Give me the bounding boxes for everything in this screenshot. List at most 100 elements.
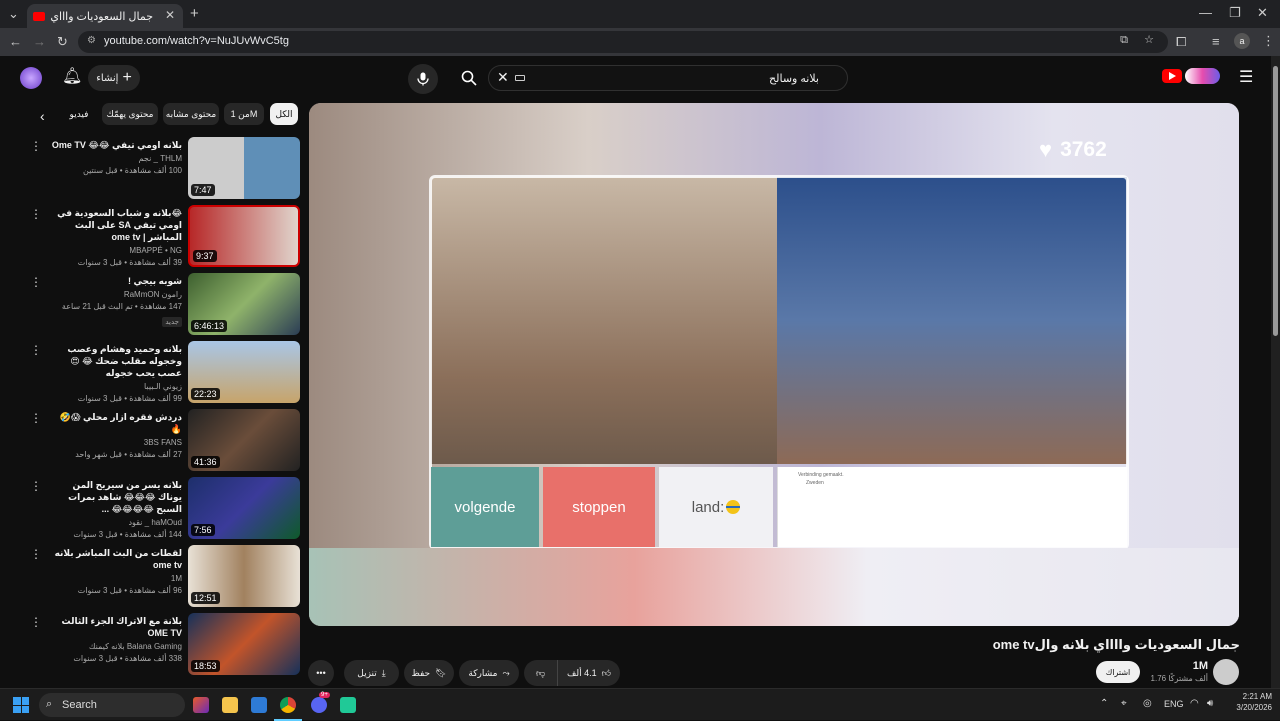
dislike-button[interactable]: 👎︎	[524, 660, 558, 686]
download-button[interactable]: ⤓ تنزيل	[344, 660, 399, 686]
chrome-taskbar-icon[interactable]	[280, 697, 296, 713]
youtube-logo-icon[interactable]	[1162, 69, 1182, 83]
chip-for-you[interactable]: محتوى يهمّك	[102, 103, 158, 125]
video-thumbnail[interactable]: 7:47	[188, 137, 300, 199]
video-title[interactable]: بلانه يسر من سيريح المن يوناك 😂😂😂 شاهد ب…	[50, 479, 182, 515]
search-button[interactable]	[450, 65, 488, 91]
tray-overflow-icon[interactable]: ⌃	[1100, 698, 1108, 709]
widgets-icon[interactable]	[193, 697, 209, 713]
extensions-icon[interactable]: ⧠	[1176, 34, 1186, 50]
channel-name-main[interactable]: 1M	[1150, 660, 1208, 672]
new-tab-icon[interactable]: +	[190, 5, 199, 22]
maximize-icon[interactable]: ❐	[1229, 5, 1241, 21]
channel-avatar[interactable]	[1213, 659, 1239, 685]
install-app-icon[interactable]: ⧉	[1120, 34, 1128, 47]
location-icon[interactable]: ⌖	[1121, 698, 1127, 709]
file-explorer-icon[interactable]	[222, 697, 238, 713]
tab-list-icon[interactable]: ⌄	[8, 6, 19, 22]
address-bar[interactable]: ⚙ youtube.com/watch?v=NuJUvWvC5tg ⧉ ☆	[78, 31, 1168, 53]
notifications-bell-icon[interactable]: 🔔︎	[62, 66, 82, 86]
list-item[interactable]: 6:46:13 شوبه بيجي ! رامون RaMmON 147 مشاهد…	[30, 273, 300, 337]
browser-tab[interactable]: جمال السعوديات واااي بلانه و ✕	[27, 4, 183, 28]
channel-name[interactable]: 3BS FANS	[50, 438, 182, 447]
microsoft-store-icon[interactable]	[251, 697, 267, 713]
more-actions-icon[interactable]: ⋮	[30, 547, 42, 561]
guide-menu-icon[interactable]: ☰	[1239, 67, 1253, 87]
channel-name[interactable]: Balana Gaming بلانه كيمنك	[50, 642, 182, 651]
save-button[interactable]: 🔖︎ حفظ	[404, 660, 454, 686]
video-title[interactable]: بلانه وحميد وهشام وعصب وخجوله مقلب ضحك 😂…	[50, 343, 182, 379]
channel-name[interactable]: haMOud _ نقود	[50, 518, 182, 527]
video-title[interactable]: بلانة مع الاتراك الجزء الثالث OME TV	[50, 615, 182, 639]
premium-doodle-icon[interactable]	[1185, 68, 1220, 84]
video-thumbnail[interactable]: 22:23	[188, 341, 300, 403]
language-indicator[interactable]: ENG	[1164, 699, 1184, 709]
more-actions-icon[interactable]: ⋮	[30, 343, 42, 357]
more-actions-icon[interactable]: ⋮	[30, 139, 42, 153]
keyboard-icon[interactable]	[515, 75, 525, 81]
like-button[interactable]: 👍︎ 4.1 ألف	[558, 660, 620, 686]
scrollbar-thumb[interactable]	[1273, 66, 1278, 336]
chip-videos[interactable]: فيديو	[60, 103, 98, 125]
video-thumbnail[interactable]: 9:37	[188, 205, 300, 267]
clear-search-icon[interactable]: ✕	[497, 69, 509, 86]
more-actions-icon[interactable]: ⋮	[30, 207, 42, 221]
chips-prev-icon[interactable]: ‹	[40, 108, 45, 124]
channel-name[interactable]: رامون RaMmON	[50, 290, 182, 299]
network-icon[interactable]: ◎	[1143, 698, 1152, 709]
app-icon[interactable]	[340, 697, 356, 713]
bookmark-star-icon[interactable]: ☆	[1144, 33, 1154, 46]
wifi-icon[interactable]: ◠	[1190, 698, 1199, 709]
video-thumbnail[interactable]: 6:46:13	[188, 273, 300, 335]
taskbar-clock[interactable]: 2:21 AM 3/20/2026	[1226, 692, 1272, 712]
list-item[interactable]: 12:51 لقطات من البث المباشر بلانه ome tv…	[30, 545, 300, 609]
video-title[interactable]: لقطات من البث المباشر بلانه ome tv	[50, 547, 182, 571]
list-item[interactable]: 7:56 بلانه يسر من سيريح المن يوناك 😂😂😂 ش…	[30, 477, 300, 541]
chip-all[interactable]: الكل	[270, 103, 298, 125]
site-info-icon[interactable]: ⚙	[87, 35, 96, 46]
channel-name[interactable]: 1M	[50, 574, 182, 583]
subscribe-button[interactable]: اشتراك	[1096, 661, 1140, 683]
windows-start-icon[interactable]	[13, 697, 29, 713]
taskbar-search[interactable]: ⌕ Search	[39, 693, 185, 717]
page-scrollbar[interactable]	[1271, 56, 1280, 688]
channel-name[interactable]: THLM _ نجم	[50, 154, 182, 163]
more-actions-icon[interactable]: ⋮	[30, 479, 42, 493]
list-item[interactable]: 41:36 دردش فقره ازار محلي 😱🤣🔥 3BS FANS 27 …	[30, 409, 300, 473]
volume-icon[interactable]: 🔊︎	[1207, 698, 1213, 709]
voice-search-button[interactable]	[408, 64, 438, 94]
minimize-icon[interactable]: —	[1199, 5, 1212, 20]
forward-icon[interactable]: →	[33, 34, 46, 49]
share-button[interactable]: ⤳ مشاركة	[459, 660, 519, 686]
chip-from-channel[interactable]: من 1M	[224, 103, 264, 125]
video-thumbnail[interactable]: 41:36	[188, 409, 300, 471]
video-title[interactable]: دردش فقره ازار محلي 😱🤣🔥	[50, 411, 182, 435]
list-item[interactable]: 9:37 😂بلانه و شباب السعودية في اومي تيفي…	[30, 205, 300, 269]
more-actions-button[interactable]: •••	[308, 660, 334, 686]
create-button[interactable]: + إنشاء	[88, 65, 140, 91]
video-title[interactable]: 😂بلانه و شباب السعودية في اومي تيفي SA ع…	[50, 207, 182, 243]
video-title[interactable]: بلانه اومي تيفي 😂😂 Ome TV	[50, 139, 182, 151]
list-item[interactable]: 7:47 بلانه اومي تيفي 😂😂 Ome TV THLM _ نجم…	[30, 137, 300, 201]
video-thumbnail[interactable]: 12:51	[188, 545, 300, 607]
video-thumbnail[interactable]: 7:56	[188, 477, 300, 539]
more-actions-icon[interactable]: ⋮	[30, 615, 42, 629]
tab-close-icon[interactable]: ✕	[165, 8, 175, 22]
profile-avatar[interactable]: a	[1234, 33, 1250, 49]
back-icon[interactable]: ←	[9, 34, 22, 49]
video-thumbnail[interactable]: 18:53	[188, 613, 300, 675]
search-input[interactable]: بلانه وسالح ✕	[488, 65, 848, 91]
list-item[interactable]: 18:53 بلانة مع الاتراك الجزء الثالث OME …	[30, 613, 300, 677]
media-control-icon[interactable]: ≡	[1212, 34, 1220, 49]
window-close-icon[interactable]: ✕	[1257, 5, 1268, 21]
video-player[interactable]: ♥ 3762 volgende stoppen land: Verbinding…	[309, 103, 1239, 626]
channel-name[interactable]: زيوني الـبيبا	[50, 382, 182, 391]
list-item[interactable]: 22:23 بلانه وحميد وهشام وعصب وخجوله مقلب…	[30, 341, 300, 405]
account-avatar[interactable]	[20, 67, 42, 89]
channel-name[interactable]: MBAPPÉ • NG	[50, 246, 182, 255]
more-actions-icon[interactable]: ⋮	[30, 411, 42, 425]
chrome-menu-icon[interactable]: ⋮	[1262, 33, 1275, 49]
chip-related[interactable]: محتوى مشابه	[163, 103, 219, 125]
reload-icon[interactable]: ↻	[57, 34, 68, 50]
discord-icon[interactable]	[311, 697, 327, 713]
